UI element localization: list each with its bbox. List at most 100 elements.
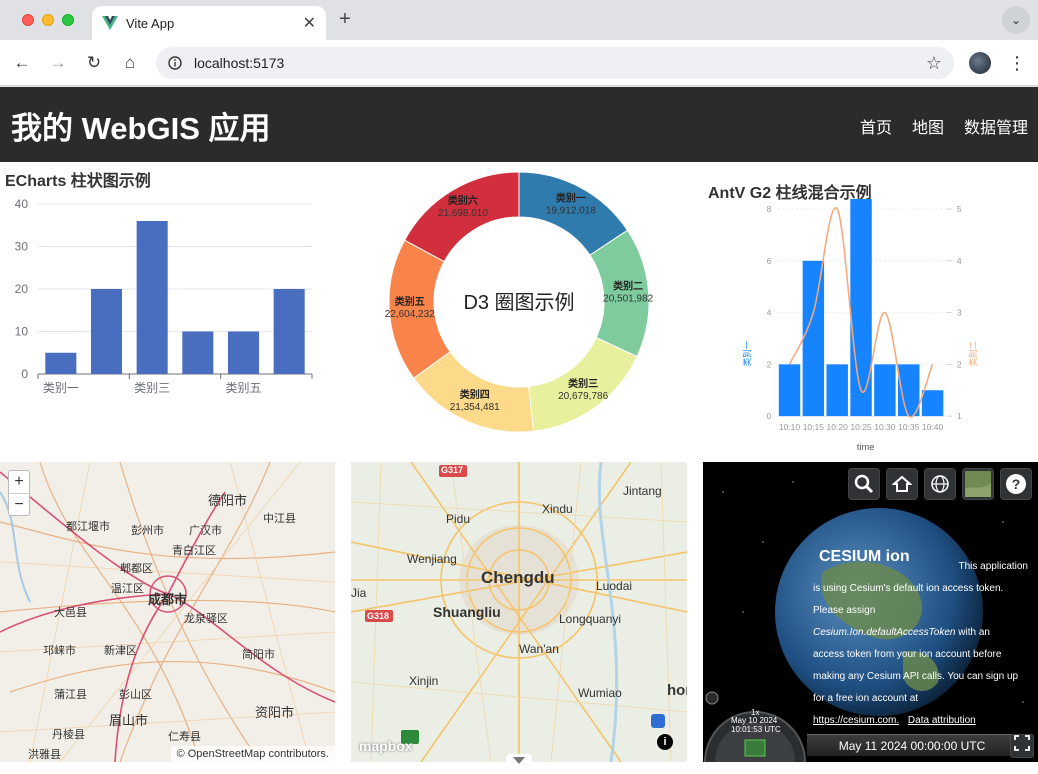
place-label: 青白江区 xyxy=(172,545,216,557)
y-left-axis-title: 类别一 xyxy=(742,340,752,366)
mapbox-map-panel[interactable]: G317 G318 Jintang Pidu Xindu Wenjiang Ch… xyxy=(351,462,687,762)
close-tab-icon[interactable]: ✕ xyxy=(303,13,316,33)
nav-home-link[interactable]: 首页 xyxy=(860,114,892,138)
reload-button[interactable]: ↻ xyxy=(82,51,106,75)
bar xyxy=(182,331,214,374)
x-tick-label: 10:35 xyxy=(898,422,920,432)
y-right-tick-label: 2 xyxy=(957,359,962,369)
scroll-down-indicator[interactable] xyxy=(506,754,532,774)
place-label: Wumiao xyxy=(578,686,622,700)
slice-value: 21,354,481 xyxy=(450,402,500,413)
road-shield: G317 xyxy=(441,465,464,475)
bookmark-star-icon[interactable]: ☆ xyxy=(926,53,942,74)
address-bar[interactable]: localhost:5173 ☆ xyxy=(156,47,954,79)
x-tick-label: 类别五 xyxy=(225,381,261,395)
credit-line: Please assign xyxy=(813,605,876,616)
y-left-tick-label: 8 xyxy=(767,204,772,214)
place-label: Jia xyxy=(351,586,367,600)
y-left-tick-label: 0 xyxy=(767,411,772,421)
new-tab-button[interactable]: + xyxy=(334,8,356,30)
place-label: Longquanyi xyxy=(559,612,622,626)
data-attribution-link[interactable]: Data attribution xyxy=(908,715,976,726)
y-tick-label: 0 xyxy=(21,367,28,381)
credit-line: is using Cesium's default ion access tok… xyxy=(813,583,1004,594)
y-left-tick-label: 6 xyxy=(767,256,772,266)
browser-tab[interactable]: Vite App ✕ xyxy=(92,6,326,40)
echarts-chart-title: ECharts 柱状图示例 xyxy=(5,173,151,190)
place-label: 都江堰市 xyxy=(66,521,110,533)
home-button[interactable]: ⌂ xyxy=(118,51,142,75)
credit-code: Cesium.Ion.defaultAccessToken xyxy=(813,627,956,638)
y-right-tick-label: 4 xyxy=(957,256,962,266)
geocoder-search-button[interactable] xyxy=(848,468,880,500)
bar xyxy=(850,199,872,417)
scene-mode-button[interactable] xyxy=(924,468,956,500)
home-icon xyxy=(892,475,912,492)
credit-line: with an xyxy=(958,627,990,638)
place-label: hongzhou xyxy=(667,682,687,699)
home-view-button[interactable] xyxy=(886,468,918,500)
zoom-window-button[interactable] xyxy=(62,14,74,26)
osm-map-panel[interactable]: + − 德阳市 中江县 都江堰市 彭州市 广汉市 青白江区 郫都区 温江区 成都… xyxy=(0,462,335,762)
slice-label: 类别三 xyxy=(568,377,598,390)
animation-widget[interactable]: 1x May 10 2024 10:01:53 UTC xyxy=(703,690,807,762)
cesium-link[interactable]: https://cesium.com. xyxy=(813,715,899,726)
y-tick-label: 20 xyxy=(15,282,29,296)
tab-search-button[interactable]: ⌄ xyxy=(1002,6,1030,34)
x-tick-label: 10:40 xyxy=(922,422,944,432)
road-shield: G318 xyxy=(367,611,390,621)
y-tick-label: 40 xyxy=(15,197,29,211)
help-button[interactable]: ? xyxy=(1000,468,1032,500)
x-axis-title: time xyxy=(857,442,875,452)
place-label: 德阳市 xyxy=(208,493,248,508)
timeline-bar[interactable]: May 11 2024 00:00:00 UTC xyxy=(807,734,1017,756)
place-label: Jintang xyxy=(623,484,662,498)
fullscreen-button[interactable] xyxy=(1010,734,1034,758)
site-info-icon[interactable] xyxy=(168,56,182,70)
place-label: 新津区 xyxy=(104,645,137,657)
nav-map-link[interactable]: 地图 xyxy=(912,114,944,138)
osm-place-labels: 德阳市 中江县 都江堰市 彭州市 广汉市 青白江区 郫都区 温江区 成都市 龙泉… xyxy=(0,462,335,762)
place-label: 温江区 xyxy=(111,583,144,595)
donut-center-title: D3 圈图示例 xyxy=(463,291,574,314)
back-button[interactable]: ← xyxy=(10,51,34,75)
minimize-window-button[interactable] xyxy=(42,14,54,26)
page-viewport: 我的 WebGIS 应用 首页 地图 数据管理 ECharts 柱状图示例 01… xyxy=(0,87,1038,774)
place-label: 资阳市 xyxy=(255,705,295,720)
credit-line: access token from your ion account befor… xyxy=(813,649,1019,704)
place-label: Luodai xyxy=(596,579,633,593)
bar xyxy=(921,390,944,417)
main-nav: 首页 地图 数据管理 xyxy=(860,114,1028,138)
place-label: Shuangliu xyxy=(433,604,501,620)
place-label: 邛崃市 xyxy=(43,645,76,657)
mapbox-info-button[interactable]: i xyxy=(657,734,673,750)
chevron-down-icon xyxy=(513,757,525,764)
slice-value: 20,679,786 xyxy=(558,391,608,402)
place-label: 蒲江县 xyxy=(54,689,87,701)
browser-menu-button[interactable]: ⋮ xyxy=(1008,51,1026,75)
cesium-viewer-panel[interactable]: ? CESIUM ion This application is using C… xyxy=(703,462,1038,762)
profile-avatar[interactable] xyxy=(969,52,991,74)
search-icon xyxy=(854,474,874,494)
bar xyxy=(90,289,123,374)
y-right-tick-label: 3 xyxy=(957,308,962,318)
nav-data-management-link[interactable]: 数据管理 xyxy=(964,114,1028,138)
place-label: 简阳市 xyxy=(242,649,275,661)
base-layer-picker-button[interactable] xyxy=(962,468,994,500)
y-tick-label: 30 xyxy=(15,240,29,254)
x-tick-label: 10:20 xyxy=(827,422,849,432)
x-tick-label: 10:15 xyxy=(803,422,825,432)
y-left-tick-label: 4 xyxy=(767,308,772,318)
place-label: 龙泉驿区 xyxy=(184,613,228,625)
close-window-button[interactable] xyxy=(22,14,34,26)
slice-value: 22,604,232 xyxy=(385,309,435,320)
mapbox-logo[interactable]: mapbox xyxy=(359,738,413,754)
slice-label: 类别四 xyxy=(460,388,490,401)
mapbox-place-labels: G317 G318 Jintang Pidu Xindu Wenjiang Ch… xyxy=(351,462,687,762)
anim-time: 10:01:53 UTC xyxy=(731,725,781,734)
cesium-toolbar: ? xyxy=(848,468,1032,500)
forward-button[interactable]: → xyxy=(46,51,70,75)
place-label: 洪雅县 xyxy=(28,749,61,761)
slice-value: 20,501,982 xyxy=(603,294,653,305)
osm-attribution[interactable]: © OpenStreetMap contributors. xyxy=(170,746,335,762)
